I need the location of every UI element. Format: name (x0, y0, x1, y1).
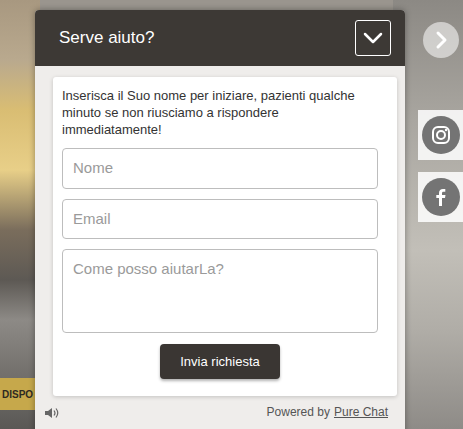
instagram-button[interactable] (418, 110, 463, 160)
chat-widget: Serve aiuto? Inserisca il Suo nome per in… (35, 10, 405, 429)
message-field[interactable] (62, 249, 378, 333)
submit-button[interactable]: Invia richiesta (160, 344, 279, 379)
sound-toggle[interactable] (44, 403, 60, 421)
instagram-badge (422, 116, 460, 154)
facebook-button[interactable] (418, 172, 463, 222)
chevron-right-icon (431, 30, 451, 50)
instagram-icon (431, 125, 451, 145)
text-field[interactable] (62, 148, 378, 189)
intro-text: Inserisca il Suo nome per iniziare, pazi… (62, 87, 378, 138)
next-slide-button[interactable] (423, 22, 459, 58)
availability-banner[interactable]: DISPO (0, 378, 40, 410)
pure-chat-link[interactable]: Pure Chat (334, 403, 388, 421)
powered-by-label: Powered by (267, 403, 330, 421)
facebook-icon (431, 187, 451, 207)
speaker-icon (44, 407, 60, 419)
text-field[interactable] (62, 199, 378, 240)
chat-body: Inserisca il Suo nome per iniziare, pazi… (35, 66, 405, 396)
powered-by: Powered byPure Chat (267, 403, 388, 421)
chat-footer: Powered byPure Chat (35, 396, 405, 421)
chat-form: Inserisca il Suo nome per iniziare, pazi… (53, 77, 397, 396)
chevron-down-icon (361, 26, 385, 50)
chat-header[interactable]: Serve aiuto? (35, 10, 405, 66)
chat-title: Serve aiuto? (59, 25, 154, 51)
facebook-badge (422, 178, 460, 216)
minimize-button[interactable] (355, 20, 391, 56)
